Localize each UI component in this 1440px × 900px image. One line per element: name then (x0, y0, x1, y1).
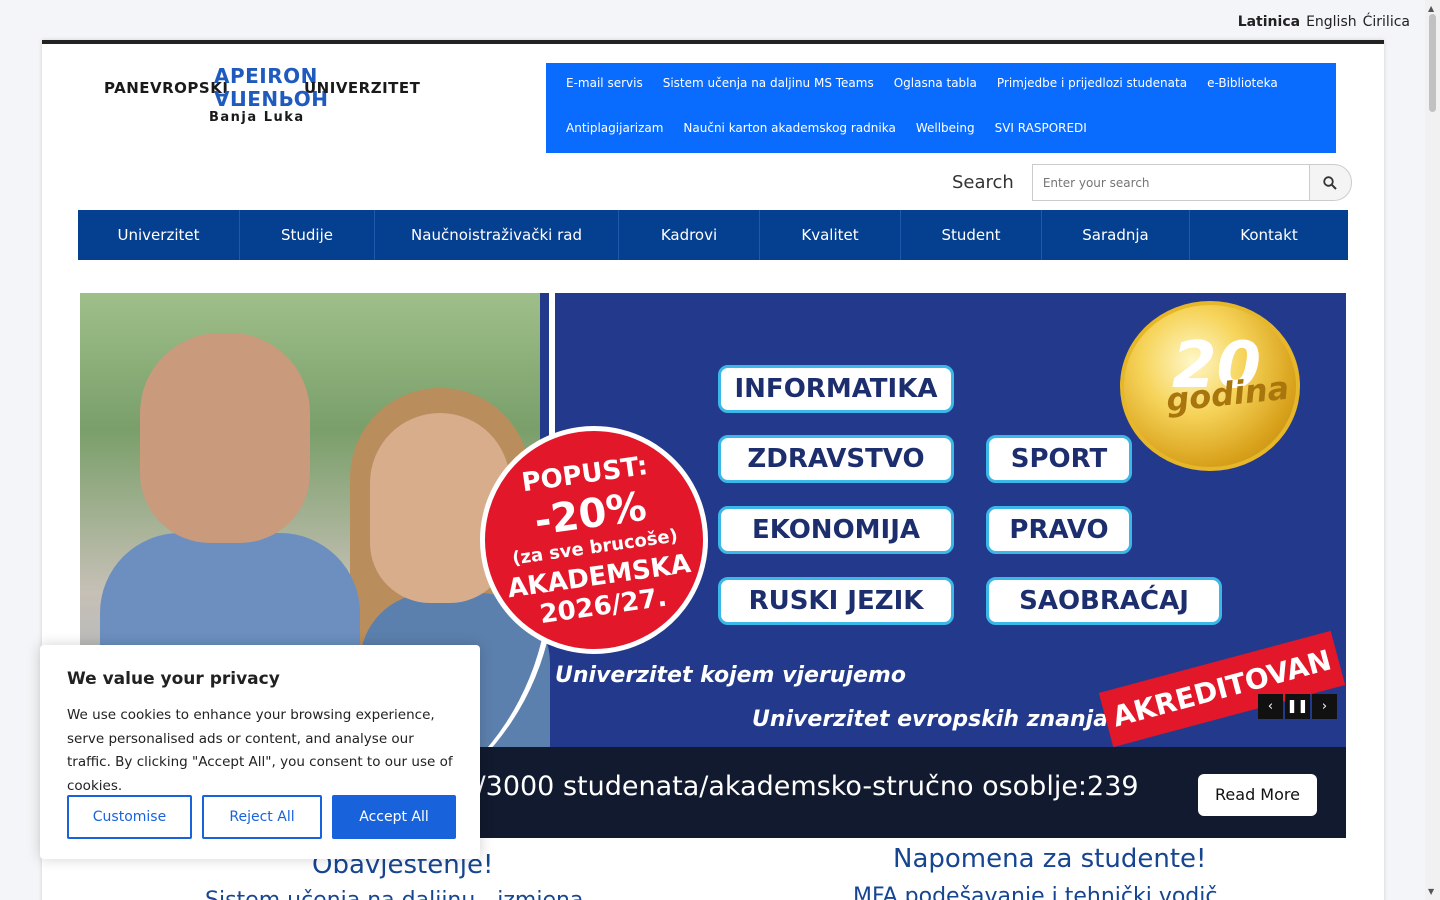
slider-controls: ‹ ❚❚ › (1258, 694, 1337, 719)
slogan-2: Univerzitet evropskih znanja (752, 707, 1109, 732)
nav-naucnoistrazivacki-rad[interactable]: Naučnoistraživački rad (375, 210, 619, 260)
scrollbar-thumb[interactable] (1429, 14, 1436, 112)
search-icon (1323, 175, 1338, 190)
logo-word-right: UNIVERZITET (304, 79, 421, 97)
program-zdravstvo: ZDRAVSTVO (718, 435, 954, 483)
language-switcher: Latinica English Ćirilica (1238, 14, 1410, 30)
link-primjedbe[interactable]: Primjedbe i prijedlozi studenata (987, 63, 1197, 108)
anniversary-badge: 20 godina (1120, 301, 1300, 471)
program-ruski-jezik: RUSKI JEZIK (718, 577, 954, 625)
logo-word-left: PANEVROPSKI (104, 79, 229, 97)
scroll-up-icon[interactable]: ▲ (1428, 4, 1434, 13)
slider-pause-icon[interactable]: ❚❚ (1285, 694, 1310, 719)
search-label: Search (952, 172, 1014, 193)
program-sport: SPORT (986, 435, 1132, 483)
program-saobracaj: SAOBRAĆAJ (986, 577, 1222, 625)
nav-studije[interactable]: Studije (240, 210, 375, 260)
notice-title-2[interactable]: Napomena za studente! (893, 844, 1206, 874)
reject-all-button[interactable]: Reject All (202, 795, 322, 839)
cookie-body: We use cookies to enhance your browsing … (67, 707, 453, 794)
search-input[interactable] (1031, 164, 1310, 201)
accept-all-button[interactable]: Accept All (332, 795, 456, 839)
link-oglasna-tabla[interactable]: Oglasna tabla (884, 63, 987, 108)
program-ekonomija: EKONOMIJA (718, 506, 954, 554)
read-more-button[interactable]: Read More (1198, 774, 1317, 816)
logo-apeiron: APEIRON (214, 64, 318, 88)
slogan-1: Univerzitet kojem vjerujemo (555, 663, 906, 688)
page-scrollbar[interactable]: ▲ ▼ (1425, 0, 1440, 900)
nav-student[interactable]: Student (901, 210, 1042, 260)
link-svi-rasporedi[interactable]: SVI RASPOREDI (985, 108, 1097, 153)
university-logo[interactable]: PANEVROPSKI APEIRON АПЕИРОН UNIVERZITET … (102, 64, 420, 128)
nav-kadrovi[interactable]: Kadrovi (619, 210, 760, 260)
lang-latinica[interactable]: Latinica (1238, 14, 1300, 30)
link-ms-teams[interactable]: Sistem učenja na daljinu MS Teams (653, 63, 884, 108)
caption-text: a/3000 studenata/akademsko-stručno osobl… (460, 771, 1139, 802)
quick-links-bar: E-mail servis Sistem učenja na daljinu M… (546, 63, 1336, 153)
lang-cirilica[interactable]: Ćirilica (1363, 14, 1410, 30)
cookie-buttons: Customise Reject All Accept All (67, 795, 456, 839)
link-e-biblioteka[interactable]: e-Biblioteka (1197, 63, 1288, 108)
nav-kvalitet[interactable]: Kvalitet (760, 210, 901, 260)
lang-english[interactable]: English (1306, 14, 1357, 30)
link-antiplagijarizam[interactable]: Antiplagijarizam (556, 108, 673, 153)
accredited-stamp: AKREDITOVAN (1098, 630, 1346, 748)
program-informatika: INFORMATIKA (718, 365, 954, 413)
search-button[interactable] (1309, 164, 1352, 201)
slider-next-icon[interactable]: › (1312, 694, 1337, 719)
nav-univerzitet[interactable]: Univerzitet (78, 210, 240, 260)
notice-subtitle-2[interactable]: MFA podešavanje i tehnički vodič (853, 884, 1217, 900)
notice-subtitle-1[interactable]: Sistem učenja na daljinu - izmjena (205, 888, 583, 900)
nav-saradnja[interactable]: Saradnja (1042, 210, 1190, 260)
link-naucni-karton[interactable]: Naučni karton akademskog radnika (673, 108, 905, 153)
cookie-consent-dialog: We value your privacy We use cookies to … (40, 645, 480, 859)
scroll-down-icon[interactable]: ▼ (1428, 887, 1434, 896)
link-wellbeing[interactable]: Wellbeing (906, 108, 985, 153)
search-bar: Search (952, 164, 1352, 201)
customise-button[interactable]: Customise (67, 795, 192, 839)
link-email-servis[interactable]: E-mail servis (556, 63, 653, 108)
slider-prev-icon[interactable]: ‹ (1258, 694, 1283, 719)
program-pravo: PRAVO (986, 506, 1132, 554)
nav-kontakt[interactable]: Kontakt (1190, 210, 1348, 260)
main-navigation: Univerzitet Studije Naučnoistraživački r… (78, 210, 1348, 260)
logo-city: Banja Luka (209, 110, 305, 125)
cookie-title: We value your privacy (67, 669, 280, 689)
